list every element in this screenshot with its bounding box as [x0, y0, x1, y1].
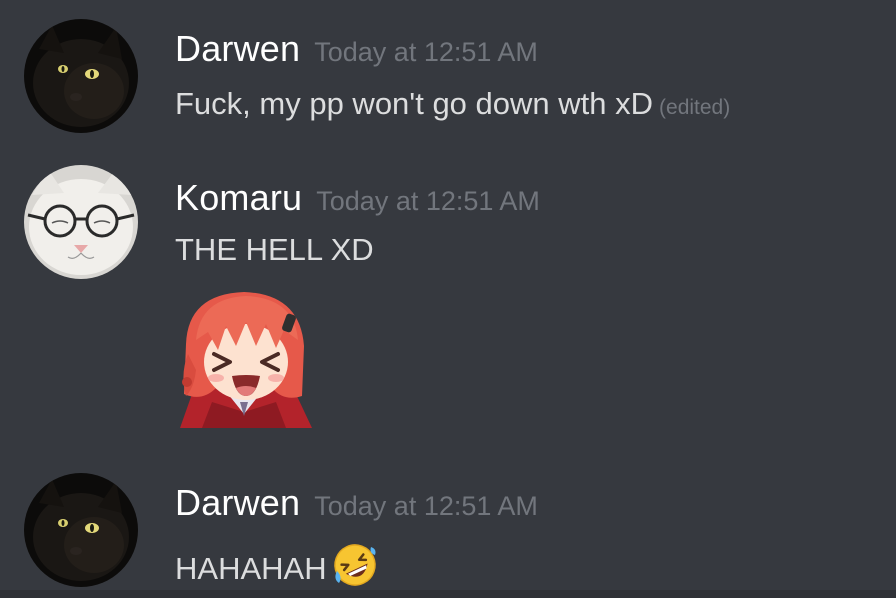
rolling-on-floor-laughing-icon[interactable]: [331, 541, 379, 594]
message-group: Komaru Today at 12:51 AM THE HELL XD: [0, 150, 896, 450]
white-cat-with-glasses-avatar[interactable]: [24, 165, 138, 279]
username[interactable]: Darwen: [175, 28, 300, 69]
message-text: HAHAHAH: [175, 551, 327, 586]
black-cat-avatar[interactable]: [24, 473, 138, 587]
timestamp: Today at 12:51 AM: [316, 186, 540, 216]
username[interactable]: Darwen: [175, 482, 300, 523]
black-cat-avatar[interactable]: [24, 19, 138, 133]
message-group: Darwen Today at 12:51 AM Fuck, my pp won'…: [0, 0, 896, 150]
message-text: Fuck, my pp won't go down wth xD: [175, 86, 654, 121]
message-group: Darwen Today at 12:51 AM HAHAHAH: [0, 455, 896, 598]
timestamp: Today at 12:51 AM: [314, 37, 538, 67]
edited-label: (edited): [659, 96, 731, 119]
timestamp: Today at 12:51 AM: [314, 491, 538, 521]
bottom-edge: [0, 590, 896, 598]
laughing-anime-girl-sticker[interactable]: [172, 284, 316, 428]
message-text: THE HELL XD: [175, 232, 374, 267]
username[interactable]: Komaru: [175, 177, 302, 218]
